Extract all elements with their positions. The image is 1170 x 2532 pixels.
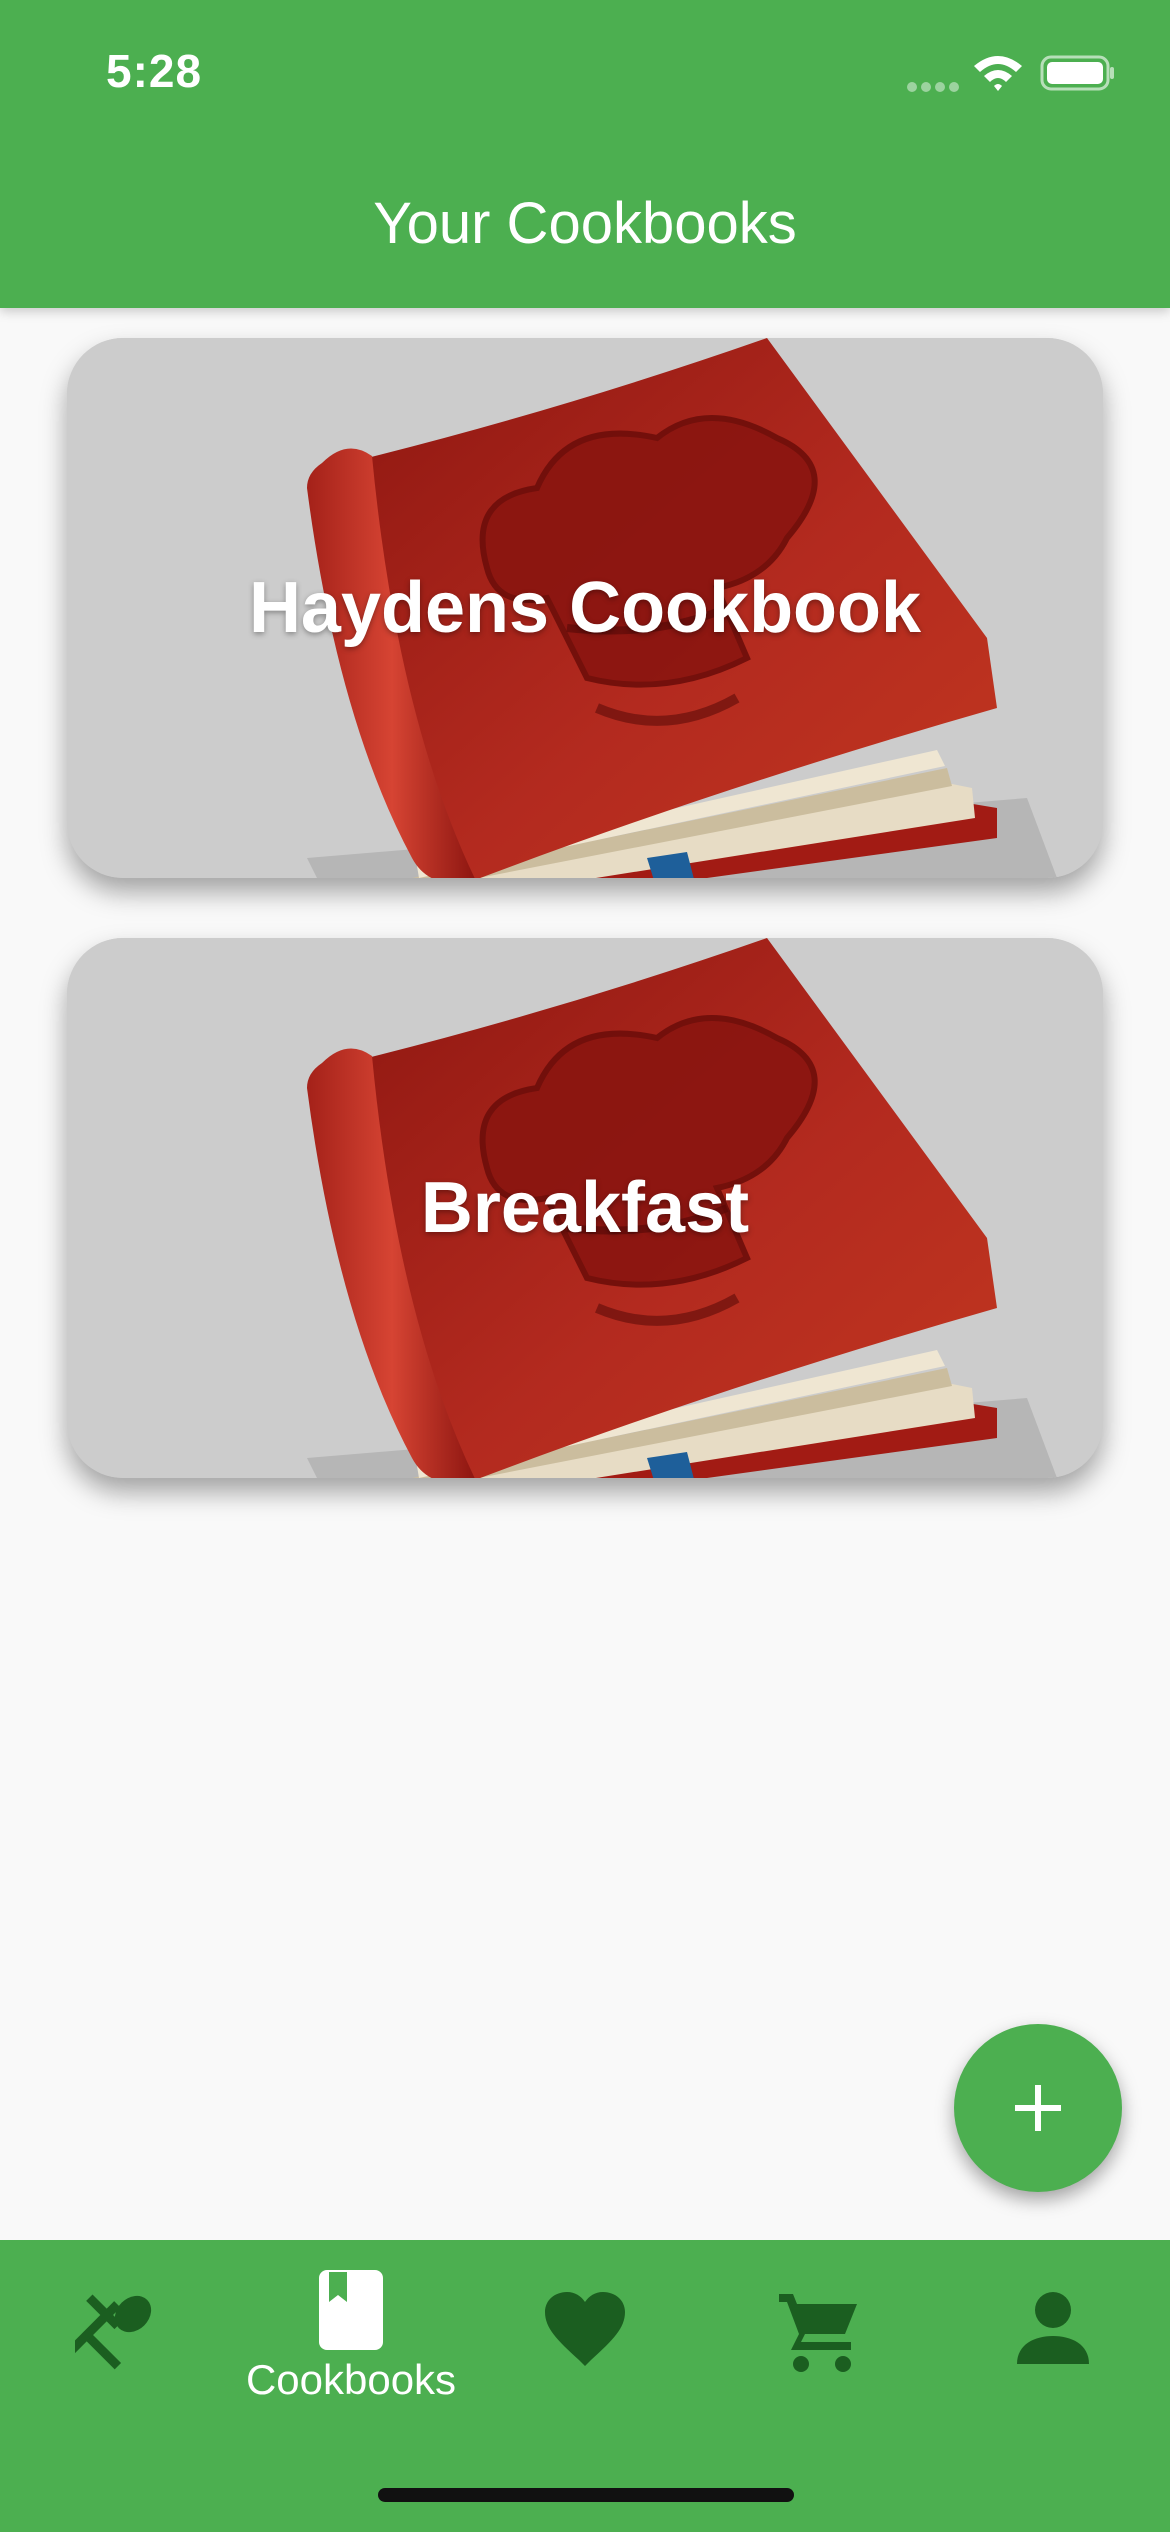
nav-item-cookbooks[interactable]: Cookbooks (234, 2240, 468, 2450)
app-bar: 5:28 Your Cookbooks (0, 0, 1170, 308)
cookbook-card[interactable]: Haydens Cookbook (67, 338, 1103, 878)
page-title: Your Cookbooks (373, 191, 797, 256)
wifi-icon (974, 56, 1022, 91)
nav-label-cookbooks: Cookbooks (245, 2356, 457, 2403)
cookbook-title: Breakfast (420, 1168, 750, 1248)
fork-spoon-icon (75, 2294, 152, 2370)
plus-icon (1015, 2085, 1061, 2131)
cellular-signal-icon (907, 82, 959, 92)
cookbook-title: Haydens Cookbook (248, 568, 922, 648)
person-icon (1017, 2292, 1089, 2364)
nav-item-profile[interactable] (936, 2240, 1170, 2450)
add-cookbook-button[interactable] (954, 2024, 1122, 2192)
bookmark-book-icon (319, 2270, 383, 2350)
battery-icon (1040, 55, 1114, 91)
status-time: 5:28 (106, 45, 203, 97)
nav-item-cart[interactable] (702, 2240, 936, 2450)
cookbook-card[interactable]: Breakfast (67, 938, 1103, 1478)
nav-item-recipes[interactable] (0, 2240, 234, 2450)
home-indicator (378, 2488, 794, 2502)
cart-icon (779, 2294, 857, 2372)
heart-icon (545, 2292, 625, 2366)
nav-item-favorites[interactable] (468, 2240, 702, 2450)
